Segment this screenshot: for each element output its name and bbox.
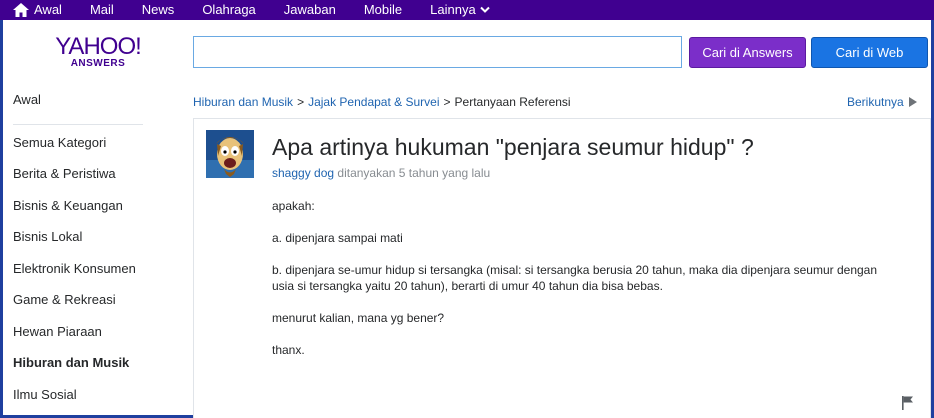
question-paragraph: a. dipenjara sampai mati (272, 231, 403, 245)
chevron-down-icon (479, 6, 490, 13)
sidebar-item-game-rekreasi[interactable]: Game & Rekreasi (13, 292, 163, 324)
nav-item-label: News (141, 2, 175, 17)
search-input[interactable] (193, 36, 682, 68)
question-paragraph: apakah: (272, 199, 315, 213)
nav-item-label: Jawaban (283, 2, 336, 17)
breadcrumb: Hiburan dan Musik > Jajak Pendapat & Surve… (193, 94, 571, 110)
nav-item-olahraga[interactable]: Olahraga (202, 0, 255, 20)
search-web-button[interactable]: Cari di Web (811, 37, 928, 68)
sidebar-item-hiburan-musik[interactable]: Hiburan dan Musik (13, 355, 163, 387)
nav-item-label: Awal (34, 2, 62, 17)
question-paragraph: menurut kalian, mana yg bener? (272, 311, 445, 325)
question-meta: shaggy dog ditanyakan 5 tahun yang lalu (272, 166, 490, 180)
breadcrumb-link-hiburan-musik[interactable]: Hiburan dan Musik (193, 95, 293, 109)
nav-item-label: Olahraga (202, 2, 256, 17)
flag-icon[interactable] (902, 396, 914, 410)
breadcrumb-link-jajak-pendapat[interactable]: Jajak Pendapat & Survei (308, 95, 439, 109)
caret-right-icon (908, 97, 917, 107)
next-question-link[interactable]: Berikutnya (847, 94, 917, 110)
breadcrumb-current: Pertanyaan Referensi (454, 95, 571, 109)
avatar[interactable] (206, 130, 254, 178)
shaggy-avatar-image (206, 130, 254, 178)
nav-item-news[interactable]: News (142, 0, 175, 20)
next-label: Berikutnya (847, 95, 904, 109)
nav-item-lainnya[interactable]: Lainnya (430, 0, 490, 20)
breadcrumb-separator: > (443, 95, 451, 109)
nav-item-mobile[interactable]: Mobile (364, 0, 402, 20)
nav-item-label: Mail (89, 2, 114, 17)
logo-brand: YAHOO! (55, 33, 142, 60)
sidebar-item-bisnis-keuangan[interactable]: Bisnis & Keuangan (13, 198, 163, 230)
sidebar-item-ilmu-sosial[interactable]: Ilmu Sosial (13, 387, 163, 418)
question-paragraph: b. dipenjara se-umur hidup si tersangka … (272, 263, 878, 293)
nav-item-label: Lainnya (430, 2, 476, 17)
sidebar-item-bisnis-lokal[interactable]: Bisnis Lokal (13, 229, 163, 261)
sidebar-item-hewan-piaraan[interactable]: Hewan Piaraan (13, 324, 163, 356)
yahoo-answers-logo[interactable]: YAHOO! ANSWERS (52, 33, 144, 70)
nav-item-awal[interactable]: Awal (13, 0, 62, 20)
sidebar-item-berita-peristiwa[interactable]: Berita & Peristiwa (13, 166, 163, 198)
sidebar-divider (13, 124, 143, 125)
question-paragraph: thanx. (272, 343, 305, 357)
nav-item-mail[interactable]: Mail (90, 0, 114, 20)
search-answers-button[interactable]: Cari di Answers (689, 37, 806, 68)
author-link[interactable]: shaggy dog (272, 166, 334, 180)
window-frame-left (0, 0, 3, 418)
nav-item-label: Mobile (363, 2, 403, 17)
asked-time: ditanyakan 5 tahun yang lalu (337, 166, 491, 180)
question-title: Apa artinya hukuman "penjara seumur hidu… (272, 134, 754, 160)
question-body: apakah: a. dipenjara sampai mati b. dipe… (272, 198, 902, 374)
home-icon (13, 3, 29, 17)
category-sidebar: Awal Semua Kategori Berita & Peristiwa B… (13, 92, 163, 418)
sidebar-item-elektronik-konsumen[interactable]: Elektronik Konsumen (13, 261, 163, 293)
nav-item-jawaban[interactable]: Jawaban (284, 0, 336, 20)
sidebar-item-awal[interactable]: Awal (13, 92, 163, 124)
sidebar-item-semua-kategori[interactable]: Semua Kategori (13, 135, 163, 167)
top-navigation-bar: Awal Mail News Olahraga Jawaban Mobile L… (0, 0, 934, 20)
breadcrumb-separator: > (297, 95, 305, 109)
